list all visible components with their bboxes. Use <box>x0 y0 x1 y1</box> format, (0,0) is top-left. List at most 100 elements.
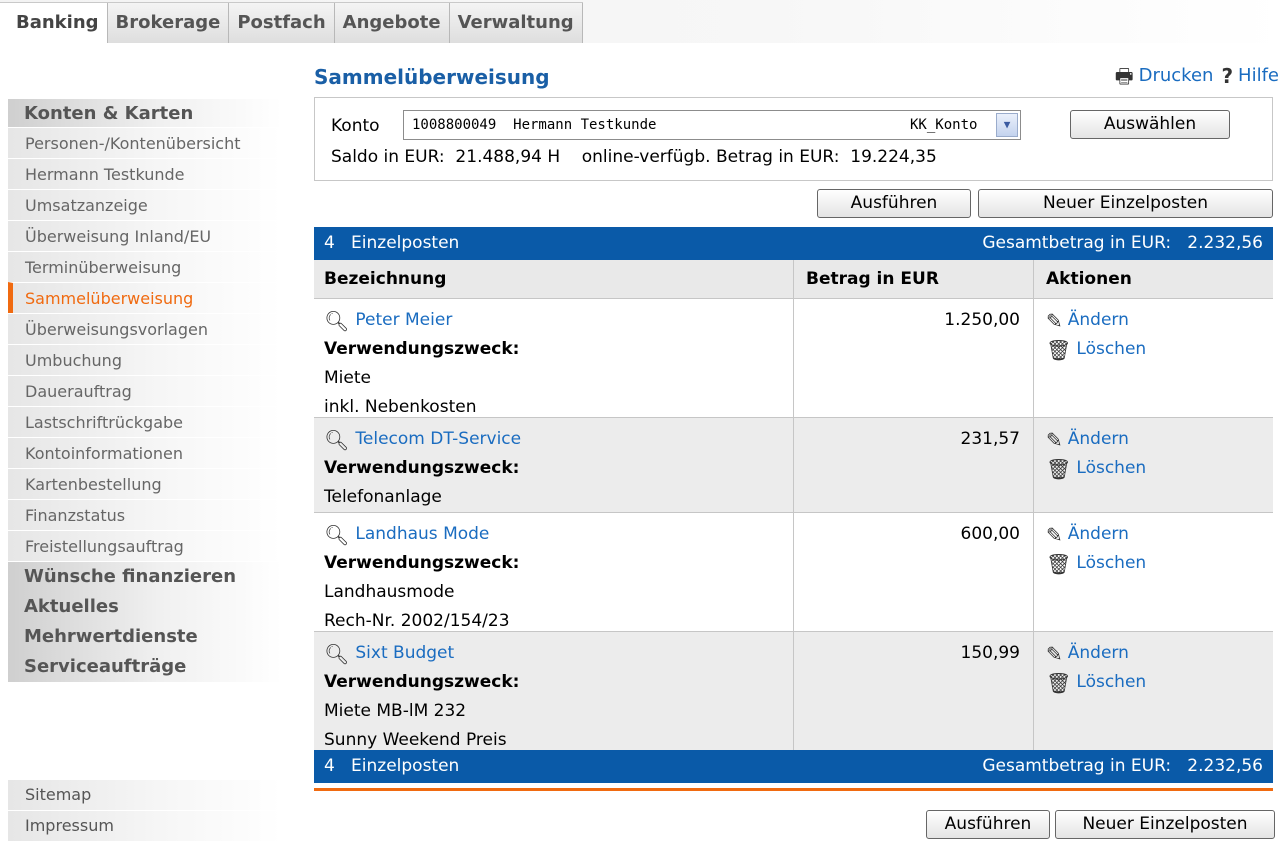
printer-icon: 🖶 <box>1114 63 1134 88</box>
edit-action[interactable]: ✎ Ändern <box>1046 306 1273 335</box>
pencil-icon: ✎ <box>1046 522 1063 547</box>
edit-label: Ändern <box>1067 310 1129 330</box>
pencil-icon: ✎ <box>1046 308 1063 333</box>
sidebar-item-dauerauftrag[interactable]: Dauerauftrag <box>8 375 282 406</box>
sidebar-item-umsatzanzeige[interactable]: Umsatzanzeige <box>8 189 282 220</box>
delete-action[interactable]: 🗑︎ Löschen <box>1046 335 1273 364</box>
sidebar-section-serviceauftraege[interactable]: Serviceaufträge <box>8 652 282 682</box>
top-navigation: Banking Brokerage Postfach Angebote Verw… <box>0 0 1287 43</box>
trash-icon: 🗑︎ <box>1046 337 1072 362</box>
magnifier-icon[interactable]: 🔍︎ <box>324 311 349 331</box>
trash-icon: 🗑︎ <box>1046 456 1072 481</box>
help-link[interactable]: ? Hilfe <box>1221 65 1279 86</box>
new-item-button-top[interactable]: Neuer Einzelposten <box>978 189 1273 218</box>
sidebar-item-ueberweisungsvorlagen[interactable]: Überweisungsvorlagen <box>8 313 282 344</box>
transfer-table: 4 Einzelposten Gesamtbetrag in EUR: 2.23… <box>314 227 1273 791</box>
sidebar-item-hermann-testkunde[interactable]: Hermann Testkunde <box>8 158 282 189</box>
purpose-line: Telefonanlage <box>324 487 442 507</box>
sidebar-link-impressum[interactable]: Impressum <box>8 811 282 841</box>
help-icon: ? <box>1221 63 1234 88</box>
divider <box>314 788 1273 791</box>
purpose-line: Miete <box>324 368 371 388</box>
sidebar-menu: Personen-/Kontenübersicht Hermann Testku… <box>8 127 282 561</box>
delete-action[interactable]: 🗑︎ Löschen <box>1046 549 1273 578</box>
tab-verwaltung[interactable]: Verwaltung <box>449 3 583 43</box>
item-count: 4 Einzelposten <box>324 233 460 253</box>
trash-icon: 🗑︎ <box>1046 551 1072 576</box>
new-item-button-bottom[interactable]: Neuer Einzelposten <box>1055 810 1275 839</box>
sidebar-item-terminueberweisung[interactable]: Terminüberweisung <box>8 251 282 282</box>
edit-label: Ändern <box>1067 524 1129 544</box>
execute-button-bottom[interactable]: Ausführen <box>926 810 1050 839</box>
purpose-label: Verwendungszweck: <box>324 339 520 359</box>
magnifier-icon[interactable]: 🔍︎ <box>324 525 349 545</box>
tab-angebote[interactable]: Angebote <box>334 3 450 43</box>
recipient-link[interactable]: Telecom DT-Service <box>355 425 521 454</box>
page-title: Sammelüberweisung <box>314 65 550 89</box>
help-label: Hilfe <box>1238 65 1279 86</box>
sidebar-item-kontoinformationen[interactable]: Kontoinformationen <box>8 437 282 468</box>
tab-brokerage[interactable]: Brokerage <box>107 3 230 43</box>
recipient-link[interactable]: Sixt Budget <box>355 639 454 668</box>
account-select[interactable]: 1008800049 Hermann Testkunde KK_Konto ▼ <box>403 110 1021 140</box>
recipient-link[interactable]: Landhaus Mode <box>355 520 489 549</box>
sidebar-section-aktuelles[interactable]: Aktuelles <box>8 592 282 622</box>
sidebar-item-lastschriftrueckgabe[interactable]: Lastschriftrückgabe <box>8 406 282 437</box>
account-select-type: KK_Konto <box>910 117 978 133</box>
edit-action[interactable]: ✎ Ändern <box>1046 520 1273 549</box>
top-tabs: Banking Brokerage Postfach Angebote Verw… <box>0 2 583 43</box>
amount-cell: 600,00 <box>793 513 1033 631</box>
purpose-label: Verwendungszweck: <box>324 458 520 478</box>
delete-label: Löschen <box>1076 458 1147 478</box>
account-box: Konto 1008800049 Hermann Testkunde KK_Ko… <box>314 97 1273 181</box>
sidebar-section-mehrwertdienste[interactable]: Mehrwertdienste <box>8 622 282 652</box>
tab-banking[interactable]: Banking <box>0 3 108 43</box>
chevron-down-icon[interactable]: ▼ <box>996 113 1018 137</box>
sidebar: Konten & Karten Personen-/Kontenübersich… <box>0 43 282 852</box>
pencil-icon: ✎ <box>1046 427 1063 452</box>
sidebar-item-sammelueberweisung[interactable]: Sammelüberweisung <box>8 282 282 313</box>
delete-action[interactable]: 🗑︎ Löschen <box>1046 454 1273 483</box>
edit-action[interactable]: ✎ Ändern <box>1046 639 1273 668</box>
sidebar-item-ueberweisung[interactable]: Überweisung Inland/EU <box>8 220 282 251</box>
select-account-button[interactable]: Auswählen <box>1070 110 1230 139</box>
recipient-link[interactable]: Peter Meier <box>355 306 452 335</box>
table-row: 🔍︎ Landhaus Mode Verwendungszweck: Landh… <box>314 512 1273 631</box>
total-amount: Gesamtbetrag in EUR: 2.232,56 <box>982 756 1263 776</box>
amount-cell: 231,57 <box>793 418 1033 512</box>
table-summary-bottom: 4 Einzelposten Gesamtbetrag in EUR: 2.23… <box>314 750 1273 783</box>
magnifier-icon[interactable]: 🔍︎ <box>324 430 349 450</box>
sidebar-section-konten[interactable]: Konten & Karten <box>8 99 282 129</box>
table-header: Bezeichnung Betrag in EUR Aktionen <box>314 260 1273 298</box>
pencil-icon: ✎ <box>1046 641 1063 666</box>
table-row: 🔍︎ Telecom DT-Service Verwendungszweck: … <box>314 417 1273 512</box>
delete-label: Löschen <box>1076 553 1147 573</box>
account-select-value: 1008800049 Hermann Testkunde <box>412 117 657 133</box>
print-link[interactable]: 🖶 Drucken <box>1115 65 1214 86</box>
table-row: 🔍︎ Sixt Budget Verwendungszweck: Miete M… <box>314 631 1273 750</box>
edit-label: Ändern <box>1067 643 1129 663</box>
sidebar-link-sitemap[interactable]: Sitemap <box>8 780 282 810</box>
balance-text: Saldo in EUR: 21.488,94 H online-verfügb… <box>331 147 937 167</box>
magnifier-icon[interactable]: 🔍︎ <box>324 644 349 664</box>
sidebar-section-wuensche[interactable]: Wünsche finanzieren <box>8 562 282 592</box>
page-actions: 🖶 Drucken ? Hilfe <box>1115 65 1279 86</box>
sidebar-item-freistellungsauftrag[interactable]: Freistellungsauftrag <box>8 530 282 561</box>
sidebar-item-kartenbestellung[interactable]: Kartenbestellung <box>8 468 282 499</box>
trash-icon: 🗑︎ <box>1046 670 1072 695</box>
sidebar-item-umbuchung[interactable]: Umbuchung <box>8 344 282 375</box>
table-row: 🔍︎ Peter Meier Verwendungszweck: Miete i… <box>314 298 1273 417</box>
edit-label: Ändern <box>1067 429 1129 449</box>
sidebar-item-kontenuebersicht[interactable]: Personen-/Kontenübersicht <box>8 127 282 158</box>
delete-label: Löschen <box>1076 339 1147 359</box>
tab-postfach[interactable]: Postfach <box>229 3 335 43</box>
amount-cell: 150,99 <box>793 632 1033 750</box>
purpose-line: Landhausmode <box>324 582 455 602</box>
header-betrag: Betrag in EUR <box>793 260 1033 298</box>
amount-cell: 1.250,00 <box>793 299 1033 417</box>
edit-action[interactable]: ✎ Ändern <box>1046 425 1273 454</box>
print-label: Drucken <box>1138 65 1214 86</box>
delete-action[interactable]: 🗑︎ Löschen <box>1046 668 1273 697</box>
sidebar-item-finanzstatus[interactable]: Finanzstatus <box>8 499 282 530</box>
execute-button-top[interactable]: Ausführen <box>817 189 971 218</box>
